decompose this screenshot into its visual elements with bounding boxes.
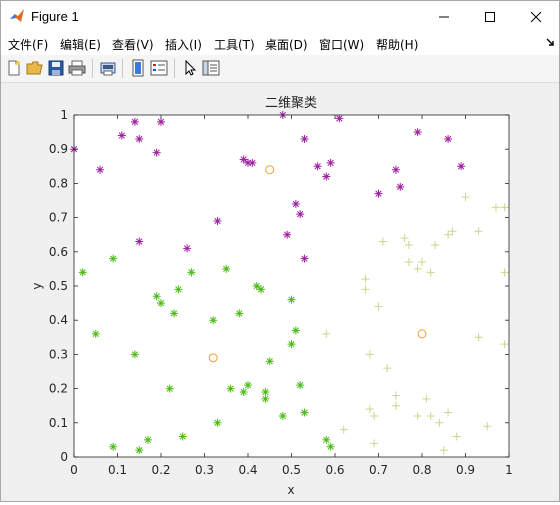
data-point-star	[222, 264, 231, 273]
x-tick-label: 0.4	[238, 463, 257, 477]
close-button[interactable]	[513, 1, 559, 33]
data-point-star	[178, 432, 187, 441]
data-point-star	[322, 435, 331, 444]
maximize-icon	[485, 12, 495, 22]
save-icon[interactable]	[47, 59, 65, 77]
data-point-star	[326, 442, 335, 451]
x-tick-label: 0.5	[282, 463, 301, 477]
data-point-star	[287, 295, 296, 304]
print-preview-icon[interactable]	[99, 59, 117, 77]
toolbar-separator	[92, 59, 93, 78]
toolbar-separator	[122, 59, 123, 78]
scatter-plot[interactable]: 0 0.1 0.2 0.3 0.4 0.5 0.6 0.7 0.8 0.9 1 0 0.1 0.2 0.3…	[1, 83, 559, 501]
axes-background	[74, 115, 509, 457]
y-tick-label: 0.5	[49, 279, 68, 293]
data-point-star	[91, 329, 100, 338]
maximize-button[interactable]	[467, 1, 513, 33]
data-point-star	[296, 381, 305, 390]
x-tick-label: 0.3	[195, 463, 214, 477]
menu-window[interactable]: 窗口(W)	[319, 36, 364, 53]
minimize-icon	[439, 16, 449, 18]
data-point-star	[165, 384, 174, 393]
menu-edit[interactable]: 编辑(E)	[60, 36, 101, 53]
dock-arrow-icon[interactable]	[545, 37, 555, 47]
data-point-star	[135, 446, 144, 455]
link-plot-icon[interactable]	[129, 59, 147, 77]
x-tick-label: 0.2	[151, 463, 170, 477]
y-tick-label: 0.7	[49, 211, 68, 225]
x-tick-label: 0	[70, 463, 78, 477]
data-point-star	[252, 282, 261, 290]
open-file-icon[interactable]	[26, 59, 44, 77]
y-tick-label: 0.1	[49, 416, 68, 430]
title-bar: Figure 1	[1, 1, 559, 33]
menu-tools[interactable]: 工具(T)	[214, 36, 255, 53]
property-inspector-icon[interactable]	[202, 59, 220, 77]
x-tick-label: 0.8	[412, 463, 431, 477]
new-figure-icon[interactable]	[5, 59, 23, 77]
y-tick-label: 0.4	[49, 313, 68, 327]
data-point-star	[261, 388, 270, 397]
data-point-star	[209, 316, 218, 325]
figure-window: Figure 1 文件(F) 编辑(E) 查看(V) 插入(I) 工具(T) 桌…	[0, 0, 560, 502]
menu-bar: 文件(F) 编辑(E) 查看(V) 插入(I) 工具(T) 桌面(D) 窗口(W…	[1, 33, 559, 55]
toolbar-separator	[174, 59, 175, 78]
data-point-star	[157, 299, 165, 308]
x-tick-label: 0.6	[325, 463, 344, 477]
data-point-star	[244, 381, 252, 390]
data-point-star	[143, 435, 152, 444]
menu-desktop[interactable]: 桌面(D)	[265, 36, 308, 53]
data-point-star	[257, 285, 266, 294]
data-point-star	[287, 340, 296, 349]
window-title: Figure 1	[31, 9, 79, 24]
x-tick-label: 1	[505, 463, 513, 477]
x-tick-label: 0.9	[456, 463, 475, 477]
data-point-star	[300, 254, 309, 263]
data-point-star	[261, 394, 270, 403]
minimize-button[interactable]	[421, 1, 467, 33]
menu-insert[interactable]: 插入(I)	[165, 36, 202, 53]
y-tick-label: 0.9	[49, 142, 68, 156]
data-point-star	[213, 217, 222, 226]
data-point-star	[187, 268, 196, 277]
data-point-star	[213, 418, 222, 427]
close-icon	[530, 11, 542, 23]
y-tick-label: 0	[60, 450, 68, 464]
x-tick-label: 0.1	[108, 463, 127, 477]
data-point-star	[283, 230, 292, 239]
y-axis-label: y	[30, 282, 44, 289]
data-point-star	[170, 309, 179, 318]
matlab-logo-icon	[10, 9, 24, 22]
figure-canvas: 0 0.1 0.2 0.3 0.4 0.5 0.6 0.7 0.8 0.9 1 0 0.1 0.2 0.3…	[1, 83, 559, 501]
y-tick-label: 1	[60, 108, 68, 122]
y-tick-label: 0.8	[49, 176, 68, 190]
data-point-star	[265, 357, 274, 366]
y-tick-label: 0.6	[49, 245, 68, 259]
y-tick-label: 0.2	[49, 382, 68, 396]
chart-title: 二维聚类	[265, 96, 317, 111]
menu-view[interactable]: 查看(V)	[112, 36, 154, 53]
print-icon[interactable]	[68, 59, 86, 77]
data-point-star	[278, 411, 287, 420]
toolbar	[1, 55, 559, 83]
menu-file[interactable]: 文件(F)	[8, 36, 48, 53]
x-axis-label: x	[287, 483, 294, 497]
edit-plot-arrow-icon[interactable]	[181, 59, 199, 77]
data-point-star	[300, 408, 309, 417]
menu-help[interactable]: 帮助(H)	[376, 36, 418, 53]
data-point-star	[235, 309, 244, 318]
y-tick-label: 0.3	[49, 347, 68, 361]
insert-legend-icon[interactable]	[150, 59, 168, 77]
x-tick-label: 0.7	[369, 463, 388, 477]
